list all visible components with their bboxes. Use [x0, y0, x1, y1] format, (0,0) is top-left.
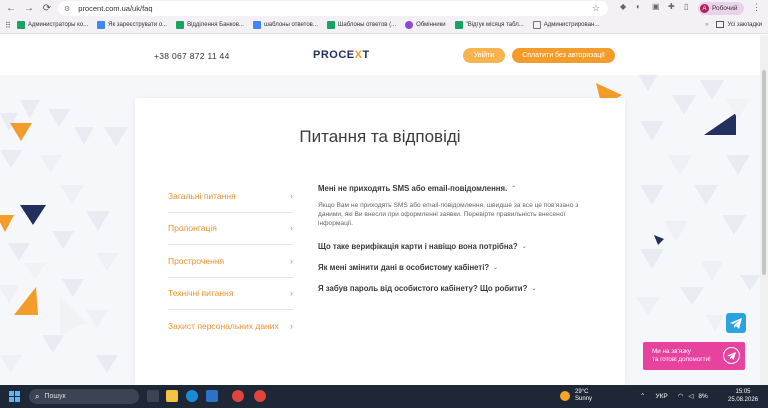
category-technical[interactable]: Технічні питання › — [168, 278, 293, 310]
more-menu-icon[interactable]: ⋮ — [752, 2, 761, 13]
sheets-icon — [454, 21, 463, 29]
apps-grid-icon[interactable]: ⠿ — [5, 21, 11, 30]
login-button[interactable]: Увійти — [463, 48, 505, 63]
bookmark-item[interactable]: "Відгук місяця табл... — [454, 21, 524, 29]
extension-icon[interactable]: ◆ — [620, 2, 626, 11]
store-icon[interactable] — [206, 390, 218, 402]
bookmark-item[interactable]: Як зареєструвати о... — [97, 21, 167, 29]
chevron-right-icon: › — [290, 190, 293, 201]
faq-card: Питання та відповіді Загальні питання › … — [135, 98, 625, 385]
faq-answer: Якщо Вам не приходять SMS або email-пові… — [318, 202, 579, 227]
bookmark-star-icon[interactable]: ☆ — [592, 3, 600, 14]
search-icon: ⌕ — [35, 391, 40, 401]
forward-icon[interactable]: → — [22, 2, 36, 16]
bookmark-item[interactable]: Обмінники — [405, 21, 446, 29]
edge-icon[interactable] — [186, 390, 198, 402]
faq-question[interactable]: Як мені змінити дані в особистому кабіне… — [318, 263, 598, 272]
reload-icon[interactable]: ⟳ — [40, 2, 54, 16]
wifi-icon: ◠ — [677, 393, 684, 400]
scrollbar-thumb[interactable] — [762, 70, 766, 275]
logo[interactable]: PROCEXT — [313, 49, 370, 61]
avatar: A — [700, 4, 709, 13]
windows-start-icon[interactable] — [9, 391, 20, 402]
faq-question[interactable]: Я забув пароль від особистого кабінету? … — [318, 284, 598, 293]
system-tray[interactable]: ⌃ УКР ◠ ◁ 8% — [640, 392, 708, 401]
side-panel-icon[interactable]: ▯ — [684, 2, 688, 11]
site-header: +38 067 872 11 44 PROCEXT Увійти Сплатит… — [0, 35, 768, 75]
chevron-right-icon: › — [290, 288, 293, 299]
bookmark-item[interactable]: Відділення Банков... — [176, 21, 244, 29]
faq-question[interactable]: Мені не приходять SMS або email-повідомл… — [318, 184, 598, 193]
bookmark-item[interactable]: Шаблоны ответов (... — [326, 21, 396, 29]
page-title: Питання та відповіді — [299, 127, 461, 146]
chevron-right-icon: › — [290, 321, 293, 332]
all-bookmarks[interactable]: » Усі закладки — [705, 21, 762, 28]
sheets-icon — [16, 21, 25, 29]
site-info-icon[interactable]: ⚙ — [64, 5, 70, 13]
taskbar-search[interactable]: ⌕ Пошук — [29, 389, 139, 404]
page-scrollbar[interactable] — [760, 35, 768, 385]
task-view-icon[interactable] — [147, 390, 159, 402]
windows-taskbar: ⌕ Пошук 29°C Sunny ⌃ УКР ◠ ◁ 8% 15:05 25… — [0, 385, 768, 408]
docs-icon — [97, 21, 106, 29]
pay-without-auth-button[interactable]: Сплатити без авторизації — [512, 48, 615, 63]
bookmark-item[interactable]: Администраторы ко... — [16, 21, 88, 29]
telegram-promo-banner[interactable]: Ми на зв'язку та готові допомогти! — [643, 342, 745, 370]
profile-label: Робочий — [712, 5, 738, 12]
chevron-right-icon: » — [705, 21, 709, 28]
back-icon[interactable]: ← — [4, 2, 18, 16]
chevron-up-icon: ⌃ — [511, 186, 517, 192]
puzzle-icon[interactable]: ✚ — [668, 2, 675, 11]
chevron-right-icon: › — [290, 255, 293, 266]
chevron-right-icon: › — [290, 223, 293, 234]
docs-icon — [252, 21, 261, 29]
volume-icon: ◁ — [688, 393, 694, 400]
clock[interactable]: 15:05 25.08.2026 — [728, 389, 758, 404]
chevron-down-icon: ⌄ — [493, 265, 499, 271]
telegram-icon — [723, 347, 740, 364]
category-data-protection[interactable]: Захист персональних даних › — [168, 310, 293, 343]
web-page: +38 067 872 11 44 PROCEXT Увійти Сплатит… — [0, 35, 768, 385]
profile-button[interactable]: A Робочий — [698, 2, 744, 15]
faq-list: Мені не приходять SMS або email-повідомл… — [318, 184, 598, 293]
language-indicator: УКР — [655, 392, 668, 400]
exchange-icon — [405, 21, 414, 29]
weather-widget[interactable]: 29°C Sunny — [560, 389, 592, 403]
faq-question[interactable]: Що таке верифікація карти і навіщо вона … — [318, 242, 598, 251]
telegram-button[interactable] — [726, 313, 746, 333]
telegram-icon — [730, 317, 742, 329]
sun-icon — [560, 391, 570, 401]
sheets-icon — [326, 21, 335, 29]
address-bar[interactable]: ⚙ procent.com.ua/uk/faq ☆ — [58, 1, 608, 16]
category-overdue[interactable]: Прострочення › — [168, 245, 293, 278]
category-prolongation[interactable]: Пролонгація › — [168, 213, 293, 245]
sheets-icon — [176, 21, 185, 29]
chrome-icon[interactable] — [232, 390, 244, 402]
phone-number[interactable]: +38 067 872 11 44 — [154, 51, 230, 61]
extension-icon[interactable]: ▣ — [652, 2, 660, 11]
faq-categories: Загальні питання › Пролонгація › Простро… — [168, 180, 293, 343]
folder-icon — [716, 21, 725, 28]
folder-icon — [532, 21, 541, 29]
bookmark-item[interactable]: шаблоны ответов... — [252, 21, 318, 29]
url-text: procent.com.ua/uk/faq — [78, 4, 153, 13]
battery-level: 8% — [698, 392, 708, 400]
chrome-icon[interactable] — [254, 390, 266, 402]
bookmarks-bar: ⠿ Администраторы ко... Як зареєструвати … — [0, 17, 768, 34]
file-explorer-icon[interactable] — [166, 390, 178, 402]
browser-toolbar: ← → ⟳ ⚙ procent.com.ua/uk/faq ☆ ◆ ◐ ▣ ✚ … — [0, 0, 768, 17]
chevron-down-icon: ⌄ — [531, 286, 537, 292]
category-general[interactable]: Загальні питання › — [168, 180, 293, 213]
chevron-down-icon: ⌄ — [521, 244, 527, 250]
bookmark-item[interactable]: Администрирован... — [532, 21, 599, 29]
chevron-up-icon: ⌃ — [640, 393, 646, 400]
extension-icon[interactable]: ◐ — [636, 2, 641, 11]
